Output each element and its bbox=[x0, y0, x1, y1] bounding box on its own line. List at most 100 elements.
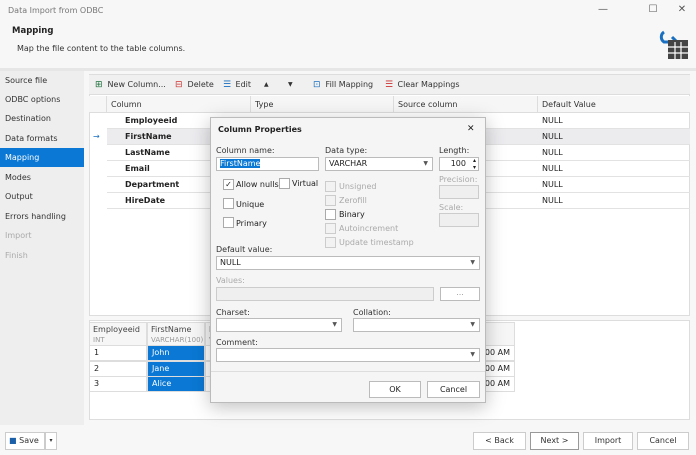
autoincrement-label: Autoincrement bbox=[339, 224, 399, 233]
sidebar-item-source-file[interactable]: Source file bbox=[0, 71, 84, 90]
default-value-value: NULL bbox=[220, 258, 241, 267]
maximize-button[interactable]: ☐ bbox=[643, 4, 663, 15]
charset-label: Charset: bbox=[216, 308, 250, 317]
preview-header: FirstName VARCHAR(100) bbox=[147, 322, 205, 346]
column-name: Employeeid bbox=[125, 116, 178, 125]
primary-label: Primary bbox=[236, 219, 267, 228]
preview-cell[interactable]: 3 bbox=[89, 376, 147, 392]
values-input bbox=[216, 287, 434, 301]
add-column-icon: ⊞ bbox=[95, 80, 103, 90]
column-name: Department bbox=[125, 180, 180, 189]
column-properties-dialog: Column Properties ✕ Column name: FirstNa… bbox=[210, 117, 486, 403]
chevron-down-icon: ▼ bbox=[470, 259, 475, 266]
ok-button[interactable]: OK bbox=[369, 381, 421, 398]
column-header-source-column[interactable]: Source column bbox=[394, 96, 538, 113]
edit-label: Edit bbox=[235, 80, 252, 89]
import-button[interactable]: Import bbox=[583, 432, 633, 450]
precision-stepper bbox=[439, 185, 479, 199]
column-name-input[interactable]: FirstName bbox=[216, 157, 319, 171]
virtual-label: Virtual bbox=[292, 179, 319, 188]
length-label: Length: bbox=[439, 146, 470, 155]
dialog-cancel-button[interactable]: Cancel bbox=[427, 381, 480, 398]
sidebar-item-output[interactable]: Output bbox=[0, 187, 84, 206]
column-header-column[interactable]: Column bbox=[107, 96, 251, 113]
preview-header-type: INT bbox=[93, 336, 105, 344]
page-title: Mapping bbox=[12, 26, 54, 36]
unsigned-label: Unsigned bbox=[339, 182, 377, 191]
next-button[interactable]: Next > bbox=[530, 432, 579, 450]
values-browse-button[interactable]: ... bbox=[440, 287, 480, 301]
dialog-title: Column Properties bbox=[218, 125, 302, 134]
sidebar-item-odbc-options[interactable]: ODBC options bbox=[0, 90, 84, 109]
new-column-label: New Column... bbox=[107, 80, 166, 89]
preview-header: Employeeid INT bbox=[89, 322, 147, 346]
default-value: NULL bbox=[542, 180, 563, 189]
sidebar-item-errors-handling[interactable]: Errors handling bbox=[0, 207, 84, 226]
column-header-default-value[interactable]: Default Value bbox=[538, 96, 690, 113]
spin-icon: ▴ ▾ bbox=[472, 157, 476, 171]
save-icon: ■ bbox=[9, 436, 17, 445]
length-stepper[interactable]: 100 ▴ ▾ bbox=[439, 157, 479, 171]
fill-mapping-button[interactable]: ⊡ Fill Mapping bbox=[313, 78, 373, 92]
scale-stepper bbox=[439, 213, 479, 227]
close-button[interactable]: ✕ bbox=[672, 4, 692, 15]
minimize-button[interactable]: — bbox=[593, 4, 613, 15]
column-header-type[interactable]: Type bbox=[251, 96, 394, 113]
fill-mapping-icon: ⊡ bbox=[313, 80, 321, 90]
unique-checkbox[interactable] bbox=[223, 198, 234, 209]
preview-cell[interactable]: 1 bbox=[89, 345, 147, 361]
comment-input[interactable]: ▼ bbox=[216, 348, 480, 362]
sidebar-item-mapping[interactable]: Mapping bbox=[0, 148, 84, 167]
default-value: NULL bbox=[542, 196, 563, 205]
preview-cell[interactable]: 2 bbox=[89, 361, 147, 377]
dialog-close-button[interactable]: ✕ bbox=[467, 124, 475, 134]
preview-cell[interactable]: Jane bbox=[147, 361, 205, 377]
collation-select[interactable]: ▼ bbox=[353, 318, 480, 332]
preview-cell[interactable]: Alice bbox=[147, 376, 205, 392]
sidebar-item-modes[interactable]: Modes bbox=[0, 168, 84, 187]
preview-cell[interactable]: John bbox=[147, 345, 205, 361]
allow-nulls-checkbox[interactable]: ✓ bbox=[223, 179, 234, 190]
delete-label: Delete bbox=[187, 80, 214, 89]
sidebar: Source file ODBC options Destination Dat… bbox=[0, 71, 84, 425]
column-name: Email bbox=[125, 164, 150, 173]
edit-icon: ☰ bbox=[223, 80, 232, 90]
move-down-button[interactable]: ▼ bbox=[288, 78, 293, 92]
cell-fragment: :00 AM bbox=[482, 379, 510, 388]
values-label: Values: bbox=[216, 276, 245, 285]
clear-mappings-label: Clear Mappings bbox=[397, 80, 460, 89]
sidebar-item-destination[interactable]: Destination bbox=[0, 109, 84, 128]
column-name: LastName bbox=[125, 148, 170, 157]
column-name: HireDate bbox=[125, 196, 166, 205]
default-value-label: Default value: bbox=[216, 245, 273, 254]
binary-checkbox[interactable] bbox=[325, 209, 336, 220]
new-column-button[interactable]: ⊞ New Column... bbox=[95, 78, 166, 92]
window-title: Data Import from ODBC bbox=[8, 6, 104, 15]
precision-label: Precision: bbox=[439, 175, 478, 184]
save-dropdown-button[interactable]: ▾ bbox=[45, 432, 57, 450]
save-button[interactable]: ■ Save bbox=[5, 432, 45, 450]
cancel-button[interactable]: Cancel bbox=[637, 432, 689, 450]
unsigned-checkbox bbox=[325, 181, 336, 192]
virtual-checkbox[interactable] bbox=[279, 178, 290, 189]
column-name-label: Column name: bbox=[216, 146, 275, 155]
preview-header-name: Employeeid bbox=[93, 325, 140, 334]
zerofill-label: Zerofill bbox=[339, 196, 367, 205]
data-type-select[interactable]: VARCHAR ▼ bbox=[325, 157, 433, 171]
zerofill-checkbox bbox=[325, 195, 336, 206]
edit-button[interactable]: ☰ Edit bbox=[223, 78, 251, 92]
move-up-button[interactable]: ▲ bbox=[264, 78, 269, 92]
preview-header-type: VARCHAR(100) bbox=[151, 336, 204, 344]
default-value: NULL bbox=[542, 148, 563, 157]
fill-mapping-label: Fill Mapping bbox=[325, 80, 374, 89]
dialog-divider bbox=[211, 371, 485, 372]
default-value-select[interactable]: NULL ▼ bbox=[216, 256, 480, 270]
toolbar: ⊞ New Column... ⊟ Delete ☰ Edit ▲ ▼ ⊡ Fi… bbox=[89, 75, 690, 95]
sidebar-item-data-formats[interactable]: Data formats bbox=[0, 129, 84, 148]
primary-checkbox[interactable] bbox=[223, 217, 234, 228]
allow-nulls-label: Allow nulls bbox=[236, 180, 279, 189]
back-button[interactable]: < Back bbox=[473, 432, 526, 450]
delete-button[interactable]: ⊟ Delete bbox=[175, 78, 214, 92]
clear-mappings-button[interactable]: ☰ Clear Mappings bbox=[385, 78, 460, 92]
charset-select[interactable]: ▼ bbox=[216, 318, 342, 332]
